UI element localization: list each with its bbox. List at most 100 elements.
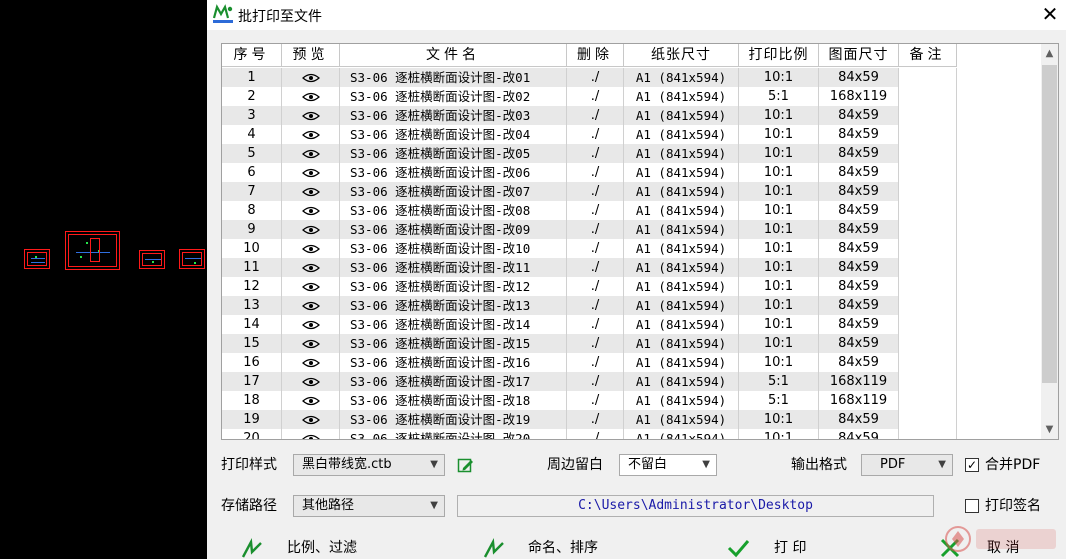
cad-canvas[interactable] <box>0 0 207 559</box>
header-seq[interactable]: 序号 <box>222 44 282 67</box>
delete-check-icon[interactable]: ./ <box>567 87 624 106</box>
delete-check-icon[interactable]: ./ <box>567 334 624 353</box>
header-filename[interactable]: 文件名 <box>340 44 567 67</box>
note-cell[interactable] <box>899 296 957 315</box>
note-cell[interactable] <box>899 182 957 201</box>
header-note[interactable]: 备注 <box>899 44 957 67</box>
note-cell[interactable] <box>899 372 957 391</box>
table-row[interactable]: 17 S3-06 逐桩横断面设计图-改17 ./A1 (841x594) 5:1 168… <box>222 372 957 391</box>
note-cell[interactable] <box>899 410 957 429</box>
preview-eye-icon[interactable] <box>282 258 340 277</box>
delete-check-icon[interactable]: ./ <box>567 296 624 315</box>
preview-eye-icon[interactable] <box>282 372 340 391</box>
header-print-scale[interactable]: 打印比例 <box>739 44 819 67</box>
scroll-up-icon[interactable]: ▲ <box>1041 44 1058 63</box>
table-row[interactable]: 4 S3-06 逐桩横断面设计图-改04 ./A1 (841x594) 10:1 84x… <box>222 125 957 144</box>
table-row[interactable]: 7 S3-06 逐桩横断面设计图-改07 ./A1 (841x594) 10:1 84x… <box>222 182 957 201</box>
merge-pdf-checkbox[interactable]: ✓ <box>965 458 979 472</box>
delete-check-icon[interactable]: ./ <box>567 220 624 239</box>
note-cell[interactable] <box>899 315 957 334</box>
table-row[interactable]: 20 S3-06 逐桩横断面设计图-改20 ./A1 (841x594) 10:1 84… <box>222 429 957 439</box>
preview-eye-icon[interactable] <box>282 182 340 201</box>
note-cell[interactable] <box>899 429 957 439</box>
storage-path-select[interactable]: 其他路径 ▼ <box>293 495 445 517</box>
preview-eye-icon[interactable] <box>282 429 340 439</box>
merge-pdf-label[interactable]: 合并PDF <box>985 456 1040 474</box>
table-row[interactable]: 19 S3-06 逐桩横断面设计图-改19 ./A1 (841x594) 10:1 84… <box>222 410 957 429</box>
close-button[interactable]: ✕ <box>1034 0 1066 30</box>
note-cell[interactable] <box>899 258 957 277</box>
output-path-field[interactable]: C:\Users\Administrator\Desktop <box>457 495 934 517</box>
preview-eye-icon[interactable] <box>282 144 340 163</box>
preview-eye-icon[interactable] <box>282 163 340 182</box>
margin-select[interactable]: 不留白 ▼ <box>619 454 717 476</box>
note-cell[interactable] <box>899 68 957 87</box>
note-cell[interactable] <box>899 239 957 258</box>
delete-check-icon[interactable]: ./ <box>567 353 624 372</box>
table-row[interactable]: 3 S3-06 逐桩横断面设计图-改03 ./A1 (841x594) 10:1 84x… <box>222 106 957 125</box>
delete-check-icon[interactable]: ./ <box>567 106 624 125</box>
table-row[interactable]: 8 S3-06 逐桩横断面设计图-改08 ./A1 (841x594) 10:1 84x… <box>222 201 957 220</box>
header-preview[interactable]: 预览 <box>282 44 340 67</box>
edit-style-icon[interactable] <box>457 457 474 474</box>
delete-check-icon[interactable]: ./ <box>567 182 624 201</box>
delete-check-icon[interactable]: ./ <box>567 429 624 439</box>
delete-check-icon[interactable]: ./ <box>567 239 624 258</box>
note-cell[interactable] <box>899 220 957 239</box>
vertical-scrollbar[interactable]: ▲ ▼ <box>1041 44 1058 439</box>
note-cell[interactable] <box>899 106 957 125</box>
scale-filter-button[interactable]: 比例、过滤 <box>241 534 381 559</box>
note-cell[interactable] <box>899 144 957 163</box>
table-row[interactable]: 12 S3-06 逐桩横断面设计图-改12 ./A1 (841x594) 10:1 84… <box>222 277 957 296</box>
table-row[interactable]: 10 S3-06 逐桩横断面设计图-改10 ./A1 (841x594) 10:1 84… <box>222 239 957 258</box>
scroll-thumb[interactable] <box>1042 65 1057 383</box>
delete-check-icon[interactable]: ./ <box>567 163 624 182</box>
table-row[interactable]: 16 S3-06 逐桩横断面设计图-改16 ./A1 (841x594) 10:1 84… <box>222 353 957 372</box>
delete-check-icon[interactable]: ./ <box>567 144 624 163</box>
preview-eye-icon[interactable] <box>282 239 340 258</box>
table-row[interactable]: 5 S3-06 逐桩横断面设计图-改05 ./A1 (841x594) 10:1 84x… <box>222 144 957 163</box>
note-cell[interactable] <box>899 163 957 182</box>
delete-check-icon[interactable]: ./ <box>567 68 624 87</box>
note-cell[interactable] <box>899 125 957 144</box>
preview-eye-icon[interactable] <box>282 353 340 372</box>
preview-eye-icon[interactable] <box>282 106 340 125</box>
print-style-select[interactable]: 黑白带线宽.ctb ▼ <box>293 454 445 476</box>
delete-check-icon[interactable]: ./ <box>567 258 624 277</box>
preview-eye-icon[interactable] <box>282 410 340 429</box>
delete-check-icon[interactable]: ./ <box>567 315 624 334</box>
note-cell[interactable] <box>899 334 957 353</box>
header-paper-size[interactable]: 纸张尺寸 <box>624 44 739 67</box>
header-drawing-size[interactable]: 图面尺寸 <box>819 44 899 67</box>
table-row[interactable]: 9 S3-06 逐桩横断面设计图-改09 ./A1 (841x594) 10:1 84x… <box>222 220 957 239</box>
preview-eye-icon[interactable] <box>282 201 340 220</box>
preview-eye-icon[interactable] <box>282 125 340 144</box>
delete-check-icon[interactable]: ./ <box>567 201 624 220</box>
delete-check-icon[interactable]: ./ <box>567 277 624 296</box>
table-row[interactable]: 1 S3-06 逐桩横断面设计图-改01 ./A1 (841x594) 10:1 84x… <box>222 68 957 87</box>
delete-check-icon[interactable]: ./ <box>567 372 624 391</box>
note-cell[interactable] <box>899 353 957 372</box>
table-row[interactable]: 11 S3-06 逐桩横断面设计图-改11 ./A1 (841x594) 10:1 84… <box>222 258 957 277</box>
preview-eye-icon[interactable] <box>282 296 340 315</box>
note-cell[interactable] <box>899 277 957 296</box>
file-table[interactable]: 序号 预览 文件名 删除 纸张尺寸 打印比例 图面尺寸 备注 1 S3-06 逐桩… <box>221 43 1059 440</box>
table-row[interactable]: 15 S3-06 逐桩横断面设计图-改15 ./A1 (841x594) 10:1 84… <box>222 334 957 353</box>
table-row[interactable]: 2 S3-06 逐桩横断面设计图-改02 ./A1 (841x594) 5:1 168x… <box>222 87 957 106</box>
preview-eye-icon[interactable] <box>282 87 340 106</box>
delete-check-icon[interactable]: ./ <box>567 410 624 429</box>
table-row[interactable]: 6 S3-06 逐桩横断面设计图-改06 ./A1 (841x594) 10:1 84x… <box>222 163 957 182</box>
table-row[interactable]: 13 S3-06 逐桩横断面设计图-改13 ./A1 (841x594) 10:1 84… <box>222 296 957 315</box>
header-delete[interactable]: 删除 <box>567 44 624 67</box>
name-sort-button[interactable]: 命名、排序 <box>483 534 623 559</box>
note-cell[interactable] <box>899 201 957 220</box>
preview-eye-icon[interactable] <box>282 315 340 334</box>
print-button[interactable]: 打 印 <box>725 534 835 559</box>
output-format-select[interactable]: PDF ▼ <box>861 454 953 476</box>
preview-eye-icon[interactable] <box>282 277 340 296</box>
preview-eye-icon[interactable] <box>282 220 340 239</box>
print-signature-checkbox[interactable] <box>965 499 979 513</box>
preview-eye-icon[interactable] <box>282 68 340 87</box>
delete-check-icon[interactable]: ./ <box>567 125 624 144</box>
note-cell[interactable] <box>899 391 957 410</box>
